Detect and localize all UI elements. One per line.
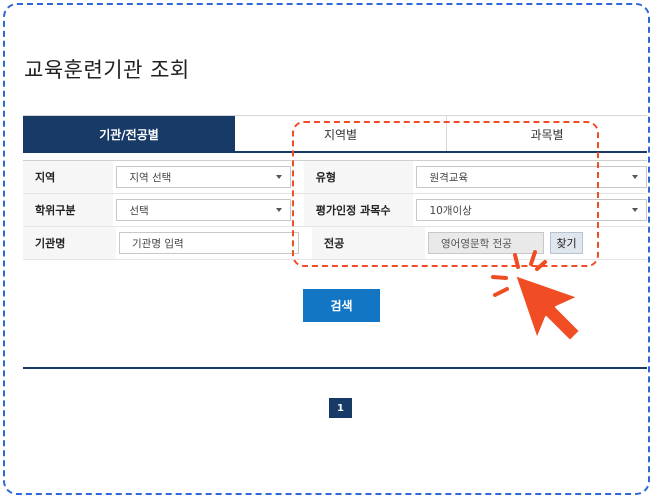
region-label: 지역 <box>23 161 114 193</box>
page-title: 교육훈련기관 조회 <box>24 58 190 82</box>
degree-select-value: 선택 <box>129 204 149 217</box>
chevron-down-icon <box>275 175 282 179</box>
pointer-click-icon <box>491 250 581 342</box>
degree-label: 학위구분 <box>23 194 114 226</box>
degree-select[interactable]: 선택 <box>116 199 291 221</box>
chevron-down-icon <box>632 208 638 212</box>
chevron-down-icon <box>275 208 282 212</box>
search-button[interactable]: 검색 <box>303 289 380 322</box>
institution-input-placeholder: 기관명 입력 <box>132 237 184 250</box>
region-select-value: 지역 선택 <box>129 171 172 184</box>
tab-institution-major[interactable]: 기관/전공별 <box>23 116 235 152</box>
region-select[interactable]: 지역 선택 <box>116 166 291 188</box>
chevron-down-icon <box>632 175 638 179</box>
divider <box>23 367 647 369</box>
institution-label: 기관명 <box>23 227 116 259</box>
pagination-page[interactable]: 1 <box>329 398 352 418</box>
institution-input[interactable]: 기관명 입력 <box>119 232 299 254</box>
